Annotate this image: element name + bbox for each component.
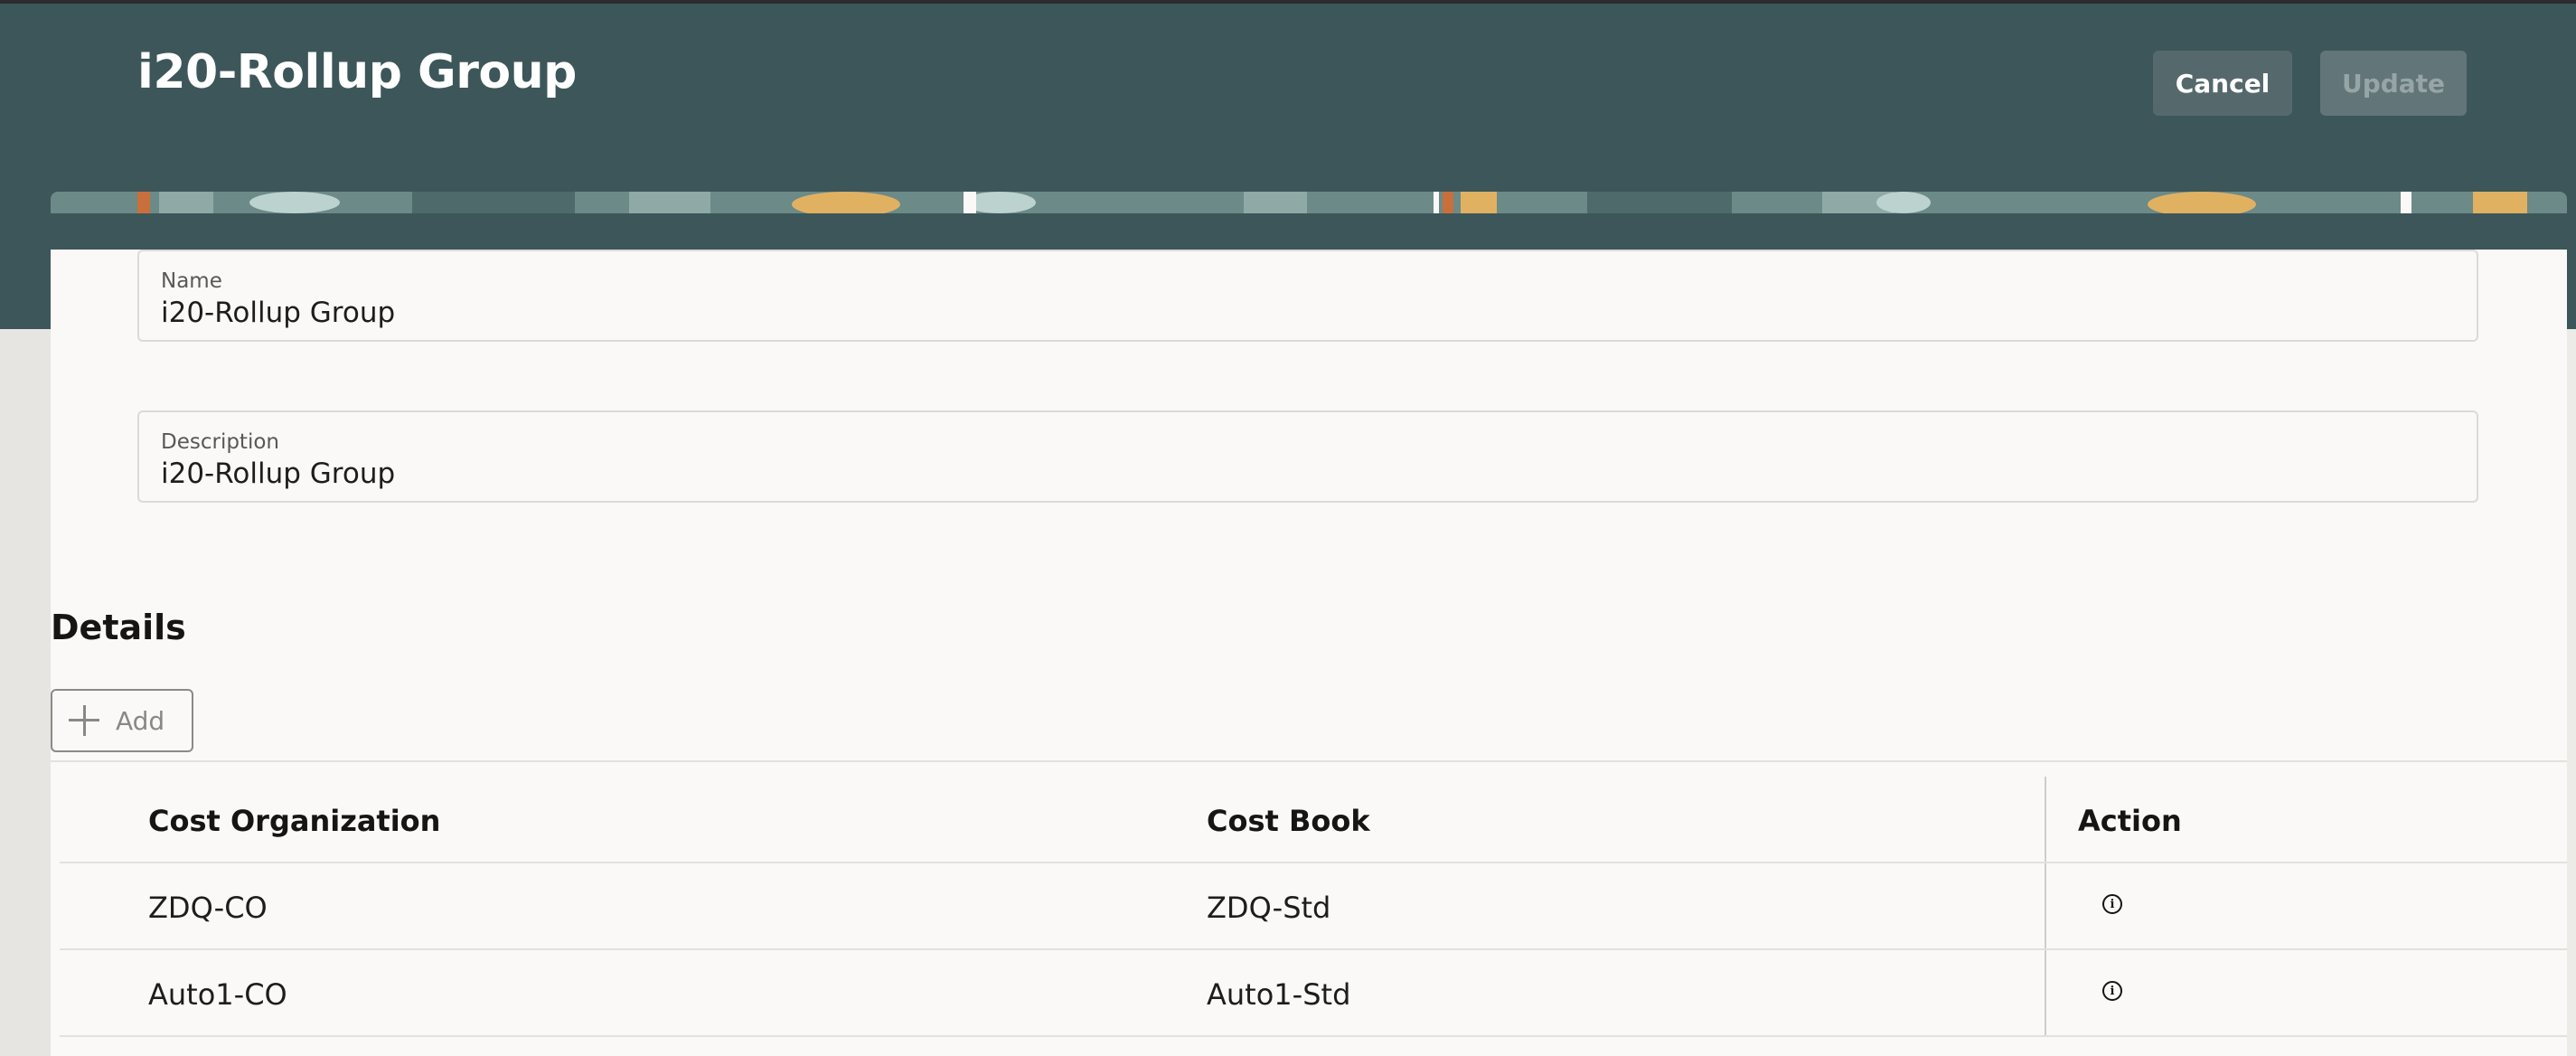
- row-divider: [60, 948, 2567, 950]
- update-button[interactable]: Update: [2320, 51, 2467, 116]
- name-field[interactable]: Name: [137, 250, 2478, 342]
- page: i20-Rollup Group Cancel Update Name i20-…: [0, 0, 2576, 1056]
- header-divider: [60, 862, 2567, 863]
- info-icon[interactable]: i: [2102, 981, 2122, 1001]
- add-button[interactable]: Add: [51, 689, 193, 752]
- description-label: Description: [161, 430, 279, 454]
- column-separator: [2045, 777, 2046, 1036]
- row-2-cost-book: Auto1-Std: [1207, 977, 1351, 1012]
- row-1-cost-book: ZDQ-Std: [1207, 891, 1331, 925]
- info-icon[interactable]: i: [2102, 894, 2122, 914]
- details-heading: Details: [51, 608, 186, 647]
- row-2-cost-organization: Auto1-CO: [148, 977, 287, 1012]
- table-top-divider: [51, 760, 2567, 762]
- decorative-banner: [51, 192, 2567, 213]
- cancel-button[interactable]: Cancel: [2153, 51, 2292, 116]
- plus-icon: [69, 705, 99, 736]
- name-input[interactable]: [161, 297, 2421, 329]
- row-divider: [60, 1035, 2567, 1037]
- add-button-label: Add: [116, 705, 165, 736]
- page-title: i20-Rollup Group: [137, 45, 577, 99]
- column-header-cost-organization[interactable]: Cost Organization: [148, 804, 440, 838]
- column-header-cost-book[interactable]: Cost Book: [1207, 804, 1370, 838]
- form-card: Name Description Details Add Cost Organi…: [51, 250, 2567, 1056]
- name-label: Name: [161, 269, 222, 293]
- background-texture: [0, 329, 51, 1056]
- description-input[interactable]: [161, 457, 2421, 490]
- description-field[interactable]: Description: [137, 410, 2478, 503]
- row-1-cost-organization: ZDQ-CO: [148, 891, 268, 925]
- column-header-action: Action: [2078, 804, 2182, 838]
